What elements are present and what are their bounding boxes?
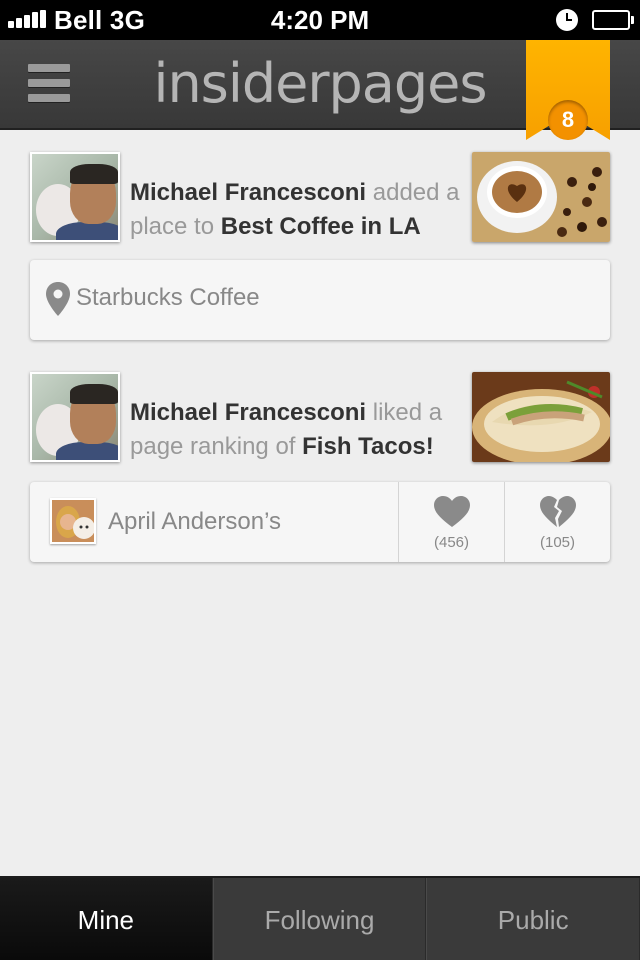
tab-mine[interactable]: Mine [0,878,213,960]
battery-tip [631,16,634,24]
feed-activity: Michael Francesconi added a place to Bes… [0,132,640,242]
user-name-link[interactable]: Michael Francesconi [130,399,366,426]
ranking-owner-avatar[interactable] [50,498,96,544]
place-name: Starbucks Coffee [76,284,260,311]
tab-public[interactable]: Public [426,878,640,960]
ranking-owner-name[interactable]: April Anderson’s [108,508,281,536]
dislike-button[interactable]: (105) [504,482,610,562]
status-time: 4:20 PM [270,5,370,35]
map-pin-icon [46,282,70,316]
user-avatar[interactable] [30,372,120,462]
tab-bar: Mine Following Public [0,876,640,960]
ranking-card: April Anderson’s (456) (105) [30,482,610,562]
like-button[interactable]: (456) [398,482,504,562]
status-bar: Bell 3G 4:20 PM [0,0,640,40]
activity-text: Michael Francesconi liked a page ranking… [130,396,470,464]
coffee-photo[interactable] [472,152,610,242]
list-name-link[interactable]: Best Coffee in LA [221,213,421,240]
battery-icon [592,10,630,30]
dislike-count: (105) [539,534,576,551]
nav-bar: insiderpages 8 [0,40,640,140]
like-count: (456) [433,534,470,551]
place-card[interactable]: Starbucks Coffee [30,260,610,340]
broken-heart-icon [540,496,576,527]
fish-tacos-photo[interactable] [472,372,610,462]
tab-following[interactable]: Following [212,878,427,960]
feed-activity: Michael Francesconi liked a page ranking… [0,352,640,462]
ranking-name-link[interactable]: Fish Tacos! [302,433,434,460]
activity-text: Michael Francesconi added a place to Bes… [130,176,470,244]
user-avatar[interactable] [30,152,120,242]
user-name-link[interactable]: Michael Francesconi [130,179,366,206]
alarm-clock-icon [556,9,578,31]
heart-icon [434,496,470,527]
